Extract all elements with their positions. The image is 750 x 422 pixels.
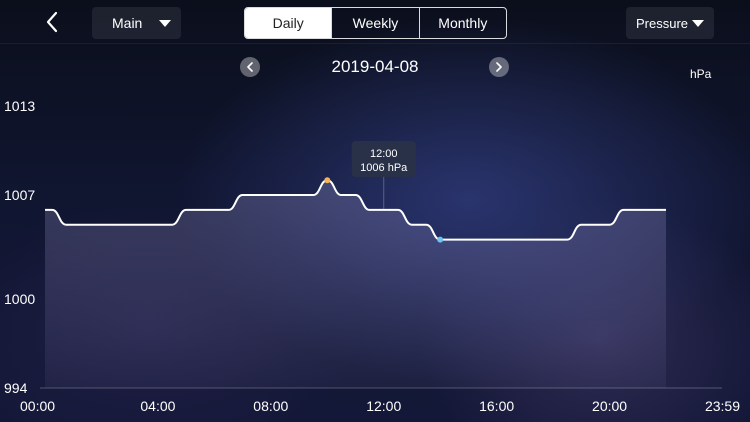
x-tick-label: 23:59 — [705, 398, 740, 414]
y-tick-label: 1007 — [4, 187, 35, 203]
pressure-chart[interactable]: 1013 1007 1000 994 00:00 04:00 08:00 12:00 16:0… — [0, 0, 750, 422]
x-tick-label: 20:00 — [592, 398, 627, 414]
tooltip-time: 12:00 — [370, 148, 398, 160]
pressure-area-fill — [45, 180, 667, 388]
x-tick-label: 12:00 — [366, 398, 401, 414]
y-tick-label: 1013 — [4, 98, 35, 114]
max-point-marker[interactable] — [324, 177, 331, 184]
x-tick-label: 08:00 — [253, 398, 288, 414]
y-tick-label: 1000 — [4, 291, 35, 307]
x-tick-label: 16:00 — [479, 398, 514, 414]
x-tick-label: 04:00 — [140, 398, 175, 414]
tooltip-value: 1006 hPa — [360, 162, 408, 174]
x-tick-label: 00:00 — [20, 398, 55, 414]
min-point-marker[interactable] — [437, 236, 444, 243]
y-tick-label: 994 — [4, 380, 28, 396]
